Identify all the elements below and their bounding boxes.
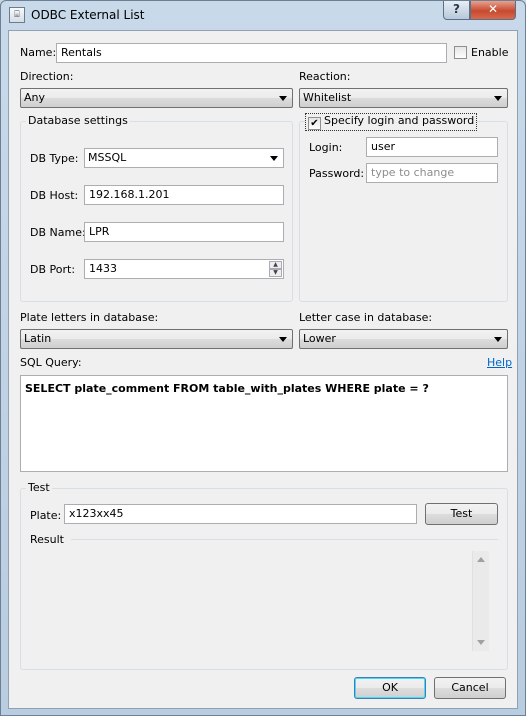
name-label: Name: <box>20 46 57 59</box>
chevron-down-icon <box>270 156 278 161</box>
specify-login-checkbox[interactable]: ✔ <box>308 117 321 130</box>
ok-button[interactable]: OK <box>354 677 426 699</box>
reaction-label: Reaction: <box>299 70 351 83</box>
db-type-select[interactable]: MSSQL <box>84 148 284 168</box>
help-button[interactable]: ? <box>443 1 470 20</box>
specify-login-option[interactable]: ✔ Specify login and password <box>305 113 478 131</box>
test-group-title: Test <box>26 481 52 494</box>
chevron-down-icon <box>279 337 287 342</box>
db-host-field[interactable]: 192.168.1.201 <box>84 185 284 205</box>
result-label: Result <box>30 533 64 546</box>
close-button[interactable]: ✕ <box>470 1 516 20</box>
db-type-label: DB Type: <box>30 152 79 165</box>
name-field[interactable]: Rentals <box>56 43 447 63</box>
specify-login-label: Specify login and password <box>324 114 475 127</box>
chevron-down-icon <box>494 96 502 101</box>
dialog-body: Name: Rentals Enable Direction: Any Reac… <box>8 30 518 709</box>
spin-down-icon[interactable]: ▼ <box>269 269 282 277</box>
login-field[interactable]: user <box>366 137 498 157</box>
chevron-down-icon <box>494 337 502 342</box>
letter-case-value: Lower <box>303 332 336 345</box>
plate-letters-select[interactable]: Latin <box>20 329 293 349</box>
db-port-label: DB Port: <box>30 263 76 276</box>
db-name-field[interactable]: LPR <box>84 222 284 242</box>
scroll-down-icon[interactable] <box>477 640 485 645</box>
direction-label: Direction: <box>20 70 74 83</box>
reaction-select[interactable]: Whitelist <box>299 88 508 108</box>
password-label: Password: <box>309 167 365 180</box>
letter-case-select[interactable]: Lower <box>299 329 508 349</box>
plate-field[interactable]: x123xx45 <box>64 504 417 524</box>
plate-letters-label: Plate letters in database: <box>20 311 159 324</box>
enable-label: Enable <box>471 46 509 59</box>
plate-label: Plate: <box>30 509 62 522</box>
db-port-field[interactable]: 1433 ▲ ▼ <box>84 259 284 279</box>
chevron-down-icon <box>279 96 287 101</box>
scroll-up-icon[interactable] <box>477 557 485 562</box>
result-divider <box>71 539 498 540</box>
result-scrollbar[interactable] <box>472 551 489 651</box>
dialog-window: ⌸ ODBC External List ? ✕ Name: Rentals E… <box>0 0 526 716</box>
window-title: ODBC External List <box>31 8 145 22</box>
enable-checkbox[interactable] <box>454 46 467 59</box>
spin-up-icon[interactable]: ▲ <box>269 261 282 269</box>
title-bar[interactable]: ⌸ ODBC External List ? ✕ <box>1 1 525 29</box>
plate-letters-value: Latin <box>24 332 52 345</box>
letter-case-label: Letter case in database: <box>299 311 433 324</box>
help-link[interactable]: Help <box>487 356 512 369</box>
sql-query-editor[interactable]: SELECT plate_comment FROM table_with_pla… <box>20 375 508 472</box>
password-field[interactable]: type to change <box>366 163 498 183</box>
direction-select[interactable]: Any <box>20 88 293 108</box>
login-label: Login: <box>309 141 343 154</box>
reaction-value: Whitelist <box>303 91 352 104</box>
sql-query-label: SQL Query: <box>20 356 82 369</box>
db-host-label: DB Host: <box>30 189 79 202</box>
db-type-value: MSSQL <box>88 151 127 164</box>
test-button[interactable]: Test <box>425 503 498 525</box>
cancel-button[interactable]: Cancel <box>434 677 506 699</box>
direction-value: Any <box>24 91 46 104</box>
database-settings-title: Database settings <box>26 114 130 127</box>
db-port-value: 1433 <box>89 262 117 275</box>
app-icon: ⌸ <box>9 7 25 23</box>
db-name-label: DB Name: <box>30 226 86 239</box>
